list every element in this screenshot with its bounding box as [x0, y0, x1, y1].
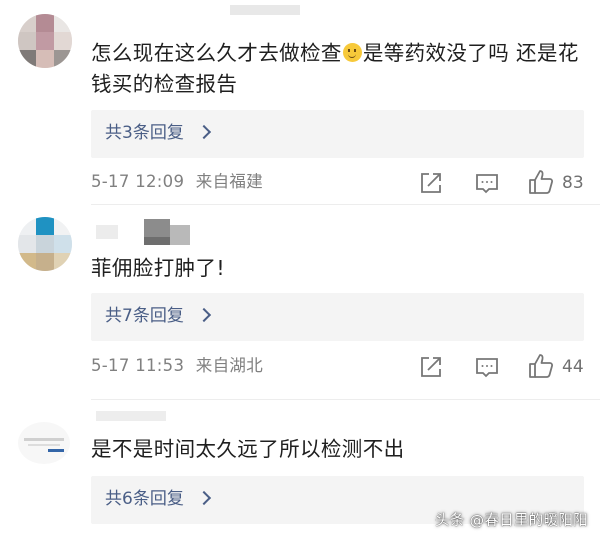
comment-item: 菲佣脸打肿了! 共7条回复 5-17 11:53 来自湖北 44	[0, 205, 600, 400]
replies-count-label: 共7条回复	[105, 306, 184, 326]
comment-meta: 5-17 12:09 来自福建	[91, 171, 263, 193]
like-count: 83	[562, 173, 584, 193]
comment-meta: 5-17 11:53 来自湖北	[91, 355, 263, 377]
avatar[interactable]	[18, 14, 72, 68]
share-icon[interactable]	[416, 168, 446, 198]
chevron-right-icon	[196, 307, 212, 323]
share-icon[interactable]	[416, 352, 446, 382]
comment-text-part: 怎么现在这么久才去做检查	[91, 41, 342, 65]
avatar[interactable]	[18, 217, 72, 271]
like-count: 44	[562, 357, 584, 377]
username-redacted	[96, 406, 166, 421]
chevron-right-icon	[196, 124, 212, 140]
comment-text: 菲佣脸打肿了!	[91, 256, 226, 280]
thumbs-up-icon[interactable]	[526, 167, 556, 197]
location: 来自湖北	[195, 356, 263, 375]
replies-count-label: 共3条回复	[105, 123, 184, 143]
username-redacted	[96, 219, 196, 245]
view-replies-button[interactable]: 共3条回复	[91, 110, 584, 158]
location: 来自福建	[195, 172, 263, 191]
slightly-smiling-emoji-icon	[342, 43, 362, 62]
timestamp: 5-17 12:09	[91, 172, 185, 191]
comment-text: 怎么现在这么久才去做检查 是等药效没了吗 还是花钱买的检查报告	[91, 38, 588, 100]
comment-icon[interactable]	[472, 352, 502, 382]
view-replies-button[interactable]: 共7条回复	[91, 293, 584, 341]
username-redacted	[230, 0, 300, 15]
comment-text: 是不是时间太久远了所以检测不出	[91, 437, 405, 461]
avatar[interactable]	[18, 422, 70, 464]
comment-icon[interactable]	[472, 168, 502, 198]
watermark: 头条 @春日里的暖阳阳	[435, 513, 588, 529]
comment-item: 怎么现在这么久才去做检查 是等药效没了吗 还是花钱买的检查报告 共3条回复 5-1…	[0, 0, 600, 205]
thumbs-up-icon[interactable]	[526, 351, 556, 381]
chevron-right-icon	[196, 490, 212, 506]
timestamp: 5-17 11:53	[91, 356, 185, 375]
replies-count-label: 共6条回复	[105, 489, 184, 509]
